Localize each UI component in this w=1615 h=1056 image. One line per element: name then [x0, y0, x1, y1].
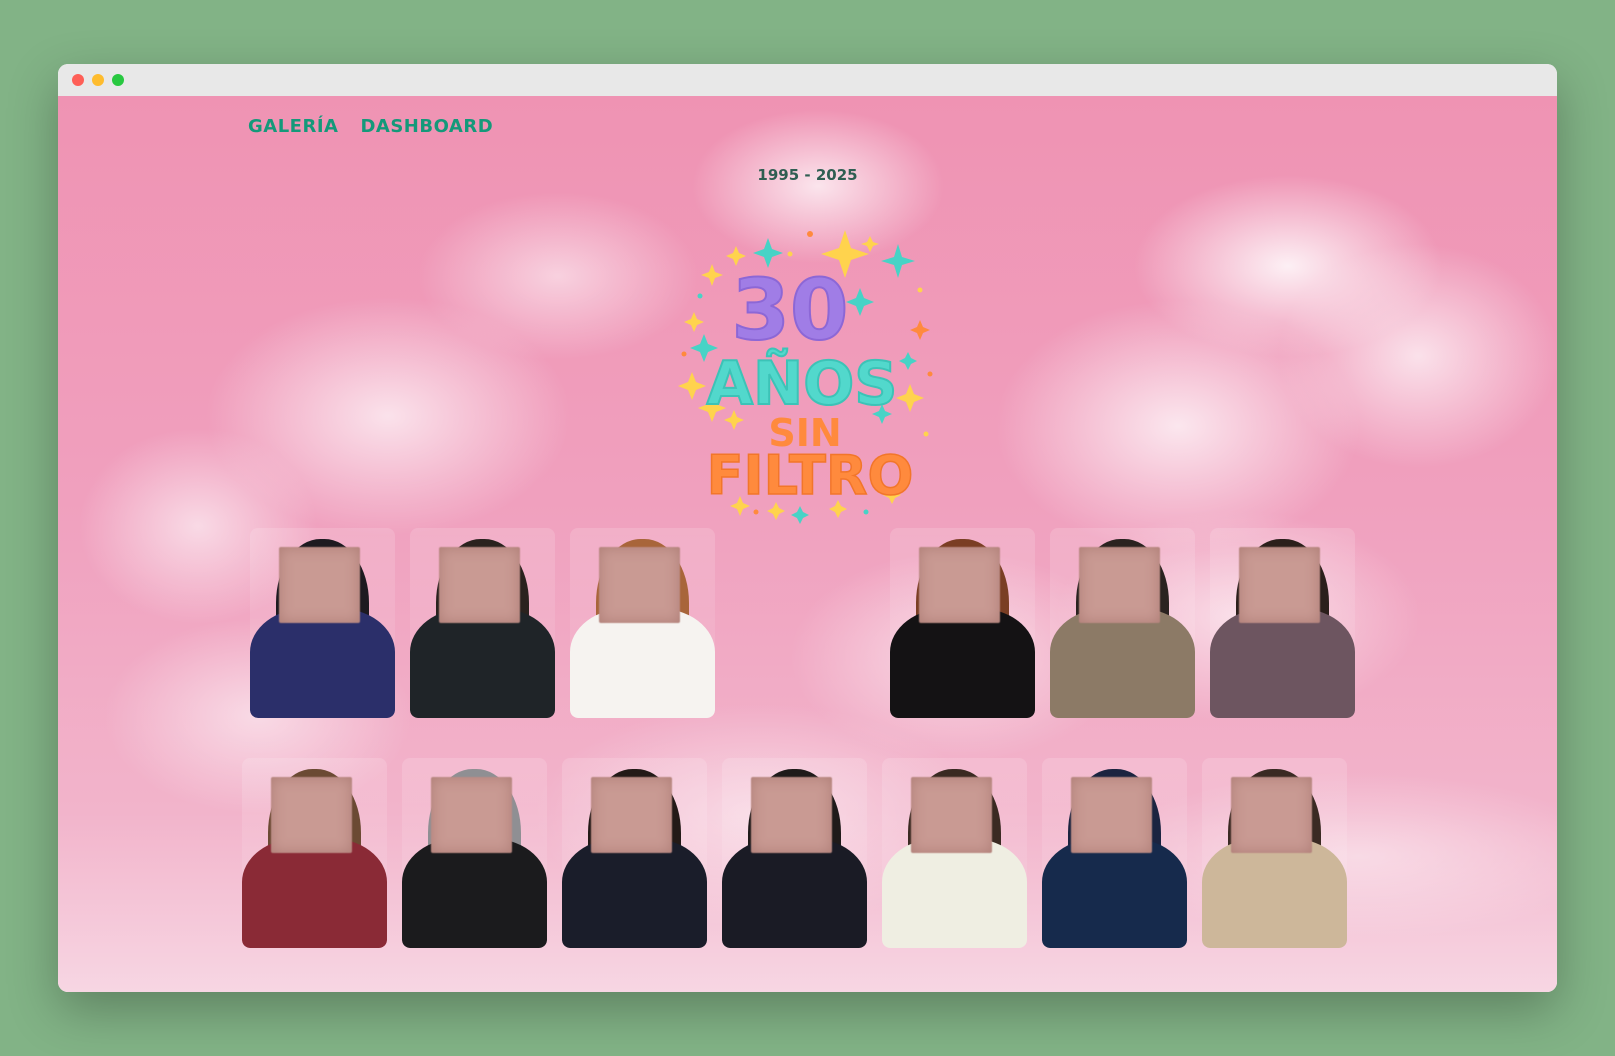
profile-card[interactable]: [242, 758, 387, 948]
nav-link-galeria[interactable]: GALERÍA: [248, 116, 338, 137]
gallery-row-2: [242, 758, 1362, 948]
profile-card[interactable]: [570, 528, 715, 718]
portrait-body: [1210, 607, 1355, 718]
blurred-face: [431, 777, 513, 853]
blurred-face: [599, 547, 681, 623]
page-viewport: GALERÍA DASHBOARD 1995 - 2025 30 AÑOS SI…: [58, 96, 1557, 992]
logo-line-anos: AÑOS: [707, 347, 898, 419]
blurred-face: [271, 777, 353, 853]
logo-line-filtro: FILTRO: [707, 444, 914, 507]
profile-card[interactable]: [1042, 758, 1187, 948]
portrait-body: [570, 607, 715, 718]
portrait-body: [882, 837, 1027, 948]
gallery-row-1: [250, 528, 1370, 718]
portrait-body: [562, 837, 707, 948]
blurred-face: [1079, 547, 1161, 623]
years-range: 1995 - 2025: [757, 166, 858, 184]
top-nav: GALERÍA DASHBOARD: [248, 116, 493, 137]
portrait-body: [1050, 607, 1195, 718]
blurred-face: [591, 777, 673, 853]
portrait-body: [1202, 837, 1347, 948]
window-titlebar: [58, 64, 1557, 97]
blurred-face: [911, 777, 993, 853]
profile-card[interactable]: [722, 758, 867, 948]
logo-line-30: 30: [732, 261, 849, 359]
portrait-body: [410, 607, 555, 718]
close-window-button[interactable]: [72, 74, 84, 86]
maximize-window-button[interactable]: [112, 74, 124, 86]
blurred-face: [919, 547, 1001, 623]
profile-card[interactable]: [1202, 758, 1347, 948]
browser-window: GALERÍA DASHBOARD 1995 - 2025 30 AÑOS SI…: [58, 64, 1557, 992]
portrait-body: [242, 837, 387, 948]
portrait-body: [250, 607, 395, 718]
portrait-body: [402, 837, 547, 948]
portrait-body: [722, 837, 867, 948]
gallery-gap: [730, 528, 875, 718]
blurred-face: [279, 547, 361, 623]
portrait-body: [890, 607, 1035, 718]
anniversary-logo: 30 AÑOS SIN FILTRO: [678, 230, 933, 524]
minimize-window-button[interactable]: [92, 74, 104, 86]
profile-card[interactable]: [882, 758, 1027, 948]
profile-card[interactable]: [890, 528, 1035, 718]
profile-card[interactable]: [250, 528, 395, 718]
blurred-face: [1239, 547, 1321, 623]
portrait-body: [1042, 837, 1187, 948]
profile-card[interactable]: [562, 758, 707, 948]
profile-card[interactable]: [1050, 528, 1195, 718]
blurred-face: [1071, 777, 1153, 853]
profile-card[interactable]: [410, 528, 555, 718]
profile-card[interactable]: [1210, 528, 1355, 718]
profile-card[interactable]: [402, 758, 547, 948]
blurred-face: [1231, 777, 1313, 853]
blurred-face: [439, 547, 521, 623]
nav-link-dashboard[interactable]: DASHBOARD: [360, 116, 493, 137]
blurred-face: [751, 777, 833, 853]
